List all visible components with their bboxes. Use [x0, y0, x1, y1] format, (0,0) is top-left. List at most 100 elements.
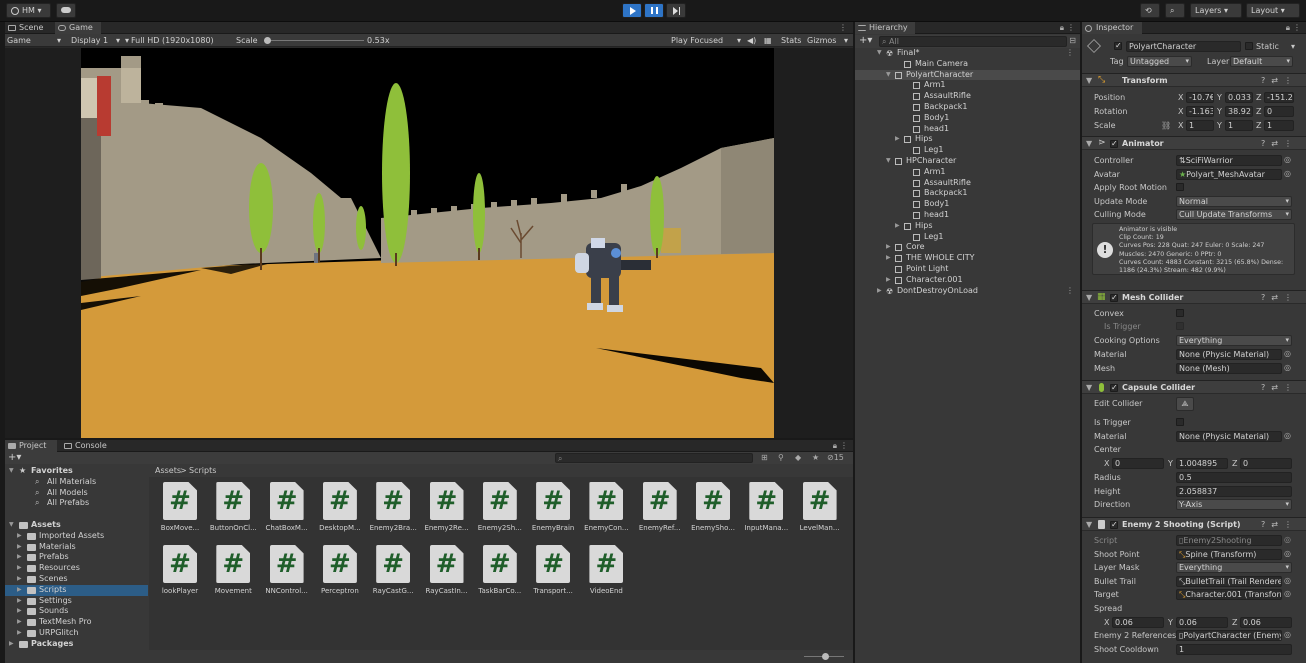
display-dropdown[interactable]: Display 1 ▾: [71, 34, 121, 47]
controller-field[interactable]: ⇅SciFiWarrior: [1176, 155, 1282, 166]
object-picker-icon[interactable]: ◎: [1284, 630, 1291, 639]
script-asset[interactable]: # lookPlayer: [151, 545, 205, 605]
target-field[interactable]: ⤡Character.001 (Transform: [1176, 589, 1282, 600]
enemy-shooting-header[interactable]: ▼ Enemy 2 Shooting (Script) ?⇄⋮: [1082, 517, 1306, 531]
gizmos-dropdown[interactable]: Gizmos ▾: [807, 34, 851, 47]
object-name-field[interactable]: PolyartCharacter: [1126, 41, 1241, 52]
hierarchy-scene-row[interactable]: ▶ ☢ DontDestroyOnLoad ⋮: [855, 286, 1080, 297]
pause-button[interactable]: [644, 3, 664, 18]
tab-game[interactable]: Game: [55, 22, 101, 34]
object-picker-icon[interactable]: ◎: [1284, 349, 1291, 358]
hierarchy-row[interactable]: AssaultRifle: [855, 91, 1080, 102]
component-header-icons[interactable]: ?⇄⋮: [1261, 76, 1298, 85]
foldout-arrow-icon[interactable]: ▼: [1086, 139, 1092, 148]
hierarchy-row[interactable]: Body1: [855, 199, 1080, 210]
layers-dropdown[interactable]: Layers ▾: [1190, 3, 1242, 18]
capsule-collider-header[interactable]: ▼ Capsule Collider ?⇄⋮: [1082, 380, 1306, 394]
script-asset[interactable]: # NNControl...: [258, 545, 312, 605]
foldout-arrow-icon[interactable]: ▼: [1086, 293, 1092, 302]
rotation-y-field[interactable]: 38.92: [1225, 106, 1253, 117]
spread-x-field[interactable]: 0.06: [1112, 617, 1164, 628]
hidden-packages-toggle[interactable]: ⊘15: [827, 452, 844, 464]
position-z-field[interactable]: -151.2: [1264, 92, 1294, 103]
center-x-field[interactable]: 0: [1112, 458, 1164, 469]
convex-checkbox[interactable]: [1176, 309, 1184, 317]
hierarchy-row[interactable]: head1: [855, 210, 1080, 221]
position-x-field[interactable]: -10.7€: [1186, 92, 1214, 103]
lock-icon[interactable]: 🔒︎: [1286, 22, 1290, 34]
favorite-star-icon[interactable]: ★: [812, 452, 819, 464]
play-focused-dropdown[interactable]: Play Focused ▾: [671, 34, 743, 47]
tab-hierarchy[interactable]: Hierarchy: [855, 22, 915, 34]
panel-menu-icon[interactable]: ⋮: [1067, 22, 1075, 34]
panel-menu-icon[interactable]: ⋮: [839, 22, 847, 34]
game-mode-dropdown[interactable]: Game ▾: [7, 34, 63, 47]
project-search-input[interactable]: ⌕: [555, 453, 753, 463]
panel-menu-icon[interactable]: ⋮: [1293, 22, 1301, 34]
add-object-button[interactable]: +▾: [859, 35, 872, 47]
script-asset[interactable]: # DesktopM...: [311, 482, 365, 542]
hierarchy-row[interactable]: Backpack1: [855, 188, 1080, 199]
object-picker-icon[interactable]: ◎: [1284, 431, 1291, 440]
panel-menu-icon[interactable]: ⋮: [840, 440, 848, 452]
script-asset[interactable]: # TaskBarCo...: [471, 545, 525, 605]
foldout-arrow-icon[interactable]: ▶: [17, 628, 22, 639]
project-tree-item[interactable]: ▶ Materials: [5, 542, 148, 553]
script-asset[interactable]: # Perceptron: [311, 545, 365, 605]
hierarchy-row[interactable]: Arm1: [855, 80, 1080, 91]
script-enabled-checkbox[interactable]: [1110, 520, 1118, 529]
tag-dropdown[interactable]: Untagged: [1127, 56, 1192, 67]
foldout-arrow-icon[interactable]: ▶: [17, 531, 22, 542]
project-tree-item[interactable]: ▶ Packages: [5, 639, 148, 650]
foldout-arrow-icon[interactable]: ▶: [17, 596, 22, 607]
expand-arrow-icon[interactable]: ▼: [877, 48, 882, 59]
object-picker-icon[interactable]: ◎: [1284, 589, 1291, 598]
bullet-trail-field[interactable]: ⤡BulletTrail (Trail Rendere: [1176, 576, 1282, 587]
material-field[interactable]: None (Physic Material): [1176, 431, 1282, 442]
project-tree-item[interactable]: ▶ TextMesh Pro: [5, 617, 148, 628]
hierarchy-row[interactable]: Main Camera: [855, 59, 1080, 70]
script-asset[interactable]: # ChatBoxM...: [258, 482, 312, 542]
hierarchy-row[interactable]: ▶ Hips: [855, 221, 1080, 232]
foldout-arrow-icon[interactable]: ▶: [17, 585, 22, 596]
create-asset-button[interactable]: +▾: [8, 452, 21, 464]
edit-collider-button[interactable]: ⟁: [1176, 397, 1194, 411]
component-header-icons[interactable]: ?⇄⋮: [1261, 139, 1298, 148]
collapse-arrow-icon[interactable]: ▶: [886, 242, 891, 253]
hierarchy-row[interactable]: Backpack1: [855, 102, 1080, 113]
foldout-arrow-icon[interactable]: ▶: [9, 639, 14, 650]
script-asset[interactable]: # VideoEnd: [577, 545, 631, 605]
foldout-arrow-icon[interactable]: ▶: [17, 542, 22, 553]
search-by-label-icon[interactable]: ⚲: [778, 452, 784, 464]
active-checkbox[interactable]: [1114, 41, 1122, 50]
component-header-icons[interactable]: ?⇄⋮: [1261, 293, 1298, 302]
script-asset[interactable]: # EnemyRef...: [631, 482, 685, 542]
height-field[interactable]: 2.058837: [1176, 486, 1292, 497]
tab-inspector[interactable]: Inspector: [1082, 22, 1142, 34]
foldout-arrow-icon[interactable]: ▼: [1086, 520, 1092, 529]
breadcrumb-current[interactable]: Scripts: [189, 466, 216, 475]
scene-menu-icon[interactable]: ⋮: [1066, 286, 1074, 297]
tab-console[interactable]: Console: [61, 440, 117, 452]
history-button[interactable]: ⟲: [1140, 3, 1160, 18]
script-asset[interactable]: # BoxMove...: [151, 482, 205, 542]
hierarchy-search-input[interactable]: ⌕ All: [879, 36, 1067, 47]
hierarchy-row[interactable]: ▶ Hips: [855, 134, 1080, 145]
component-header-icons[interactable]: ?⇄⋮: [1261, 383, 1298, 392]
foldout-arrow-icon[interactable]: ▼: [9, 466, 14, 477]
scale-slider-handle[interactable]: [264, 37, 271, 44]
material-field[interactable]: None (Physic Material): [1176, 349, 1282, 360]
script-asset[interactable]: # Enemy2Bra...: [364, 482, 418, 542]
update-mode-dropdown[interactable]: Normal: [1176, 196, 1292, 207]
foldout-arrow-icon[interactable]: ▶: [17, 606, 22, 617]
object-picker-icon[interactable]: ◎: [1284, 576, 1291, 585]
script-asset[interactable]: # InputMana...: [737, 482, 791, 542]
project-tree-item[interactable]: ▶ Prefabs: [5, 552, 148, 563]
scale-x-field[interactable]: 1: [1186, 120, 1214, 131]
link-icon[interactable]: ⛓: [1161, 121, 1171, 130]
hierarchy-row[interactable]: Leg1: [855, 232, 1080, 243]
collapse-arrow-icon[interactable]: ▶: [877, 286, 882, 297]
foldout-arrow-icon[interactable]: ▼: [1086, 383, 1092, 392]
scale-y-field[interactable]: 1: [1225, 120, 1253, 131]
foldout-arrow-icon[interactable]: ▼: [9, 520, 14, 531]
